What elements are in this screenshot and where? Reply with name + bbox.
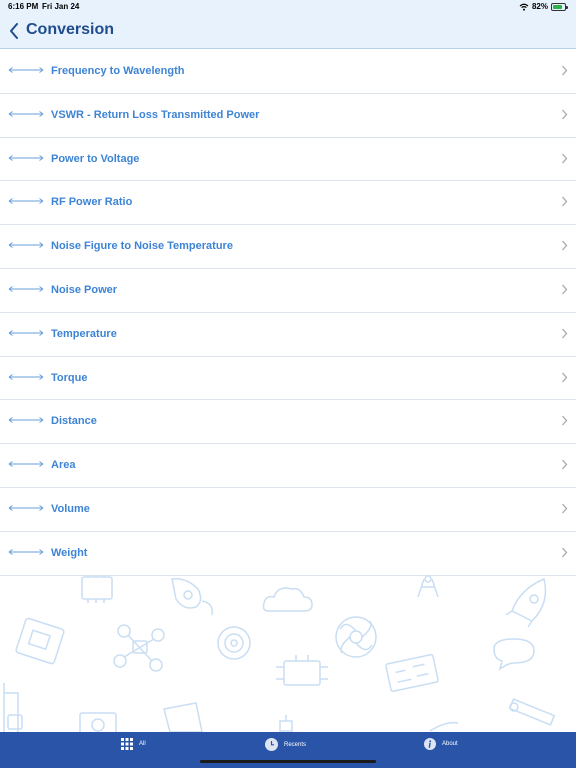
list-item[interactable]: Weight: [0, 531, 576, 576]
chevron-right-icon: [562, 503, 568, 514]
decorative-background-pattern: [0, 575, 576, 732]
chevron-right-icon: [562, 547, 568, 558]
double-arrow-icon: [8, 548, 44, 555]
tab-recents[interactable]: Recents: [265, 738, 306, 751]
chevron-right-icon: [562, 240, 568, 251]
list-item-label: Distance: [51, 415, 97, 428]
list-item-label: Power to Voltage: [51, 152, 140, 165]
plug-icon: [276, 655, 328, 686]
list-item[interactable]: VSWR - Return Loss Transmitted Power: [0, 93, 576, 138]
list-item-label: Volume: [51, 502, 90, 515]
list-item-label: Noise Power: [51, 283, 118, 296]
chevron-right-icon: [562, 196, 568, 207]
chevron-right-icon: [562, 65, 568, 76]
rocket-icon: [171, 577, 214, 616]
list-item-label: Noise Figure to Noise Temperature: [51, 240, 233, 253]
chevron-right-icon: [562, 328, 568, 339]
list-item[interactable]: Volume: [0, 487, 576, 532]
double-arrow-icon: [8, 242, 44, 249]
double-arrow-icon: [8, 110, 44, 117]
double-arrow-icon: [8, 286, 44, 292]
grid-icon: [121, 738, 133, 750]
speaker-icon: [79, 712, 117, 732]
battery-icon: [551, 2, 568, 11]
double-arrow-icon: [8, 505, 44, 511]
list-item-label: RF Power Ratio: [51, 196, 133, 209]
conversion-list: Frequency to Wavelength VSWR - Return Lo…: [0, 50, 576, 576]
page-title: Conversion: [26, 21, 115, 38]
robot-arm-icon: [3, 683, 23, 732]
tower-icon: [417, 575, 439, 598]
list-item[interactable]: Noise Power: [0, 268, 576, 313]
fan-icon: [335, 616, 377, 658]
home-indicator[interactable]: [200, 760, 376, 763]
list-item[interactable]: Distance: [0, 400, 576, 445]
double-arrow-icon: [8, 373, 44, 380]
tab-label: About: [442, 741, 458, 747]
tab-about[interactable]: About: [424, 738, 458, 750]
drone-icon: [113, 624, 165, 672]
tab-all[interactable]: All: [121, 738, 146, 750]
status-date: Fri Jan 24: [42, 2, 80, 11]
double-arrow-icon: [8, 154, 44, 161]
tab-label: All: [139, 741, 146, 747]
double-arrow-icon: [8, 417, 44, 424]
chevron-right-icon: [562, 284, 568, 295]
ic-board-icon: [385, 653, 439, 693]
list-item-label: Area: [51, 459, 76, 472]
list-item[interactable]: Area: [0, 444, 576, 488]
list-item[interactable]: Noise Figure to Noise Temperature: [0, 225, 576, 269]
status-indicators: 82%: [519, 2, 568, 11]
pen-icon: [429, 721, 459, 732]
list-item-label: Torque: [51, 371, 88, 384]
list-item-label: VSWR - Return Loss Transmitted Power: [51, 108, 260, 121]
tab-label: Recents: [284, 741, 307, 748]
status-time: 6:16 PM: [8, 2, 39, 11]
chevron-right-icon: [562, 109, 568, 120]
double-arrow-icon: [8, 198, 44, 205]
navigation-bar: Conversion: [0, 14, 576, 49]
double-arrow-icon: [8, 461, 44, 468]
chevron-right-icon: [562, 415, 568, 426]
clock-icon: [265, 738, 278, 751]
double-arrow-icon: [8, 67, 44, 73]
chevron-right-icon: [562, 153, 568, 164]
list-item[interactable]: Frequency to Wavelength: [0, 50, 576, 94]
list-item[interactable]: Temperature: [0, 312, 576, 357]
back-button[interactable]: [6, 20, 22, 42]
chevron-right-icon: [562, 459, 568, 470]
chat-bubble-icon: [493, 638, 535, 671]
status-bar: 6:16 PM Fri Jan 24 82%: [0, 0, 576, 14]
list-item[interactable]: Torque: [0, 356, 576, 401]
chevron-right-icon: [562, 372, 568, 383]
tablet-icon: [163, 702, 203, 732]
wrench-icon: [508, 698, 556, 726]
rocket-icon: [505, 577, 547, 628]
list-item-label: Frequency to Wavelength: [51, 65, 185, 77]
list-item[interactable]: Power to Voltage: [0, 137, 576, 182]
disc-icon: [217, 626, 251, 660]
wifi-icon: [519, 3, 529, 11]
battery-percent: 82%: [531, 2, 548, 11]
lamp-icon: [279, 715, 293, 732]
list-item-label: Temperature: [51, 327, 117, 340]
list-item-label: Weight: [51, 546, 88, 559]
double-arrow-icon: [8, 329, 44, 336]
list-item[interactable]: RF Power Ratio: [0, 181, 576, 226]
chip-icon: [81, 576, 113, 600]
cloud-icon: [262, 587, 313, 612]
tab-bar: All Recents About: [0, 732, 576, 768]
info-icon: [424, 738, 436, 750]
circuit-board-icon: [15, 617, 65, 665]
chevron-left-icon: [10, 23, 18, 39]
